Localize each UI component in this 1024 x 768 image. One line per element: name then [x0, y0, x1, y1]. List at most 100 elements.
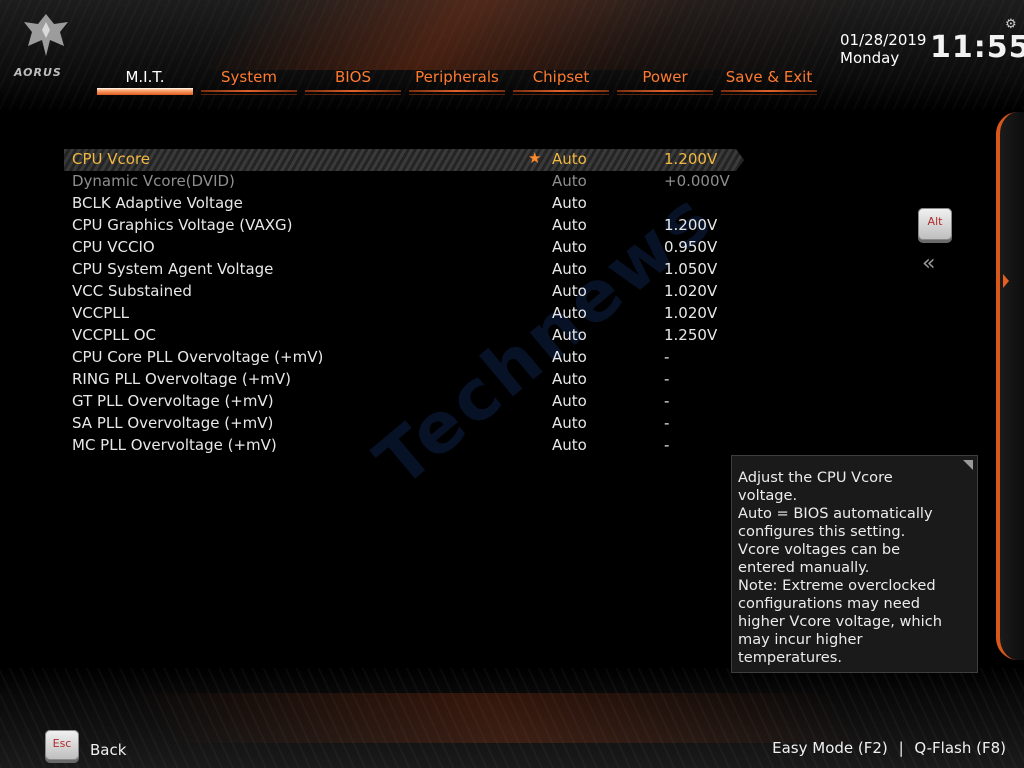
tab-label: BIOS: [334, 68, 372, 86]
alt-key-button[interactable]: Alt: [918, 208, 952, 240]
setting-row-vccio[interactable]: CPU VCCIO Auto 0.950V: [64, 237, 744, 259]
setting-current: 1.200V: [664, 216, 718, 234]
easy-mode-button[interactable]: Easy Mode (F2): [772, 739, 888, 757]
setting-row-vaxg[interactable]: CPU Graphics Voltage (VAXG) Auto 1.200V: [64, 215, 744, 237]
footer-decor-streak: [129, 693, 871, 743]
setting-current: -: [664, 370, 670, 388]
tab-underline: [97, 88, 193, 95]
setting-name: CPU VCCIO: [72, 238, 155, 256]
setting-value[interactable]: Auto: [552, 304, 587, 322]
help-panel: Adjust the CPU Vcore voltage. Auto = BIO…: [731, 455, 978, 673]
setting-row-sa-pll-ov[interactable]: SA PLL Overvoltage (+mV) Auto -: [64, 413, 744, 435]
tab-label: M.I.T.: [125, 68, 165, 86]
tab-underline-shadow: [409, 94, 505, 95]
tab-bios[interactable]: BIOS: [303, 66, 403, 102]
setting-name: RING PLL Overvoltage (+mV): [72, 370, 292, 388]
tab-underline-shadow: [617, 94, 713, 95]
setting-name: MC PLL Overvoltage (+mV): [72, 436, 277, 454]
setting-current: -: [664, 436, 670, 454]
tab-system[interactable]: System: [199, 66, 299, 102]
aorus-logo: AORUS: [12, 10, 78, 82]
setting-value[interactable]: Auto: [552, 260, 587, 278]
date-display: 01/28/2019 Monday: [840, 31, 926, 67]
setting-current: 1.050V: [664, 260, 718, 278]
setting-name: CPU Graphics Voltage (VAXG): [72, 216, 293, 234]
setting-name: BCLK Adaptive Voltage: [72, 194, 243, 212]
setting-value[interactable]: Auto: [552, 392, 587, 410]
tab-underline-shadow: [513, 94, 609, 95]
tab-underline: [721, 90, 817, 92]
footer-shortcuts: Easy Mode (F2) | Q-Flash (F8): [772, 739, 1006, 757]
header-decor-streak: [205, 0, 875, 70]
date-text: 01/28/2019: [840, 31, 927, 49]
setting-name: CPU Core PLL Overvoltage (+mV): [72, 348, 324, 366]
setting-value[interactable]: Auto: [552, 370, 587, 388]
setting-name: VCCPLL: [72, 304, 129, 322]
setting-current: 0.950V: [664, 238, 718, 256]
setting-current: 1.020V: [664, 304, 718, 322]
esc-key-button[interactable]: Esc: [45, 730, 79, 760]
help-text: Adjust the CPU Vcore voltage. Auto = BIO…: [738, 469, 942, 666]
tab-underline-shadow: [305, 94, 401, 95]
setting-name: SA PLL Overvoltage (+mV): [72, 414, 274, 432]
settings-list: CPU Vcore ★ Auto 1.200V Dynamic Vcore(DV…: [64, 149, 744, 457]
setting-name: Dynamic Vcore(DVID): [72, 172, 235, 190]
setting-current: -: [664, 392, 670, 410]
setting-value[interactable]: Auto: [552, 348, 587, 366]
setting-row-mc-pll-ov[interactable]: MC PLL Overvoltage (+mV) Auto -: [64, 435, 744, 457]
tab-label: Power: [642, 68, 688, 86]
setting-value[interactable]: Auto: [552, 238, 587, 256]
setting-row-vcc-substained[interactable]: VCC Substained Auto 1.020V: [64, 281, 744, 303]
tab-underline: [201, 90, 297, 92]
tab-chipset[interactable]: Chipset: [511, 66, 611, 102]
setting-row-dynamic-vcore[interactable]: Dynamic Vcore(DVID) Auto +0.000V: [64, 171, 744, 193]
side-panel-toggle[interactable]: [996, 112, 1024, 660]
setting-name: VCCPLL OC: [72, 326, 157, 344]
setting-value[interactable]: Auto: [552, 194, 587, 212]
tab-underline-shadow: [721, 94, 817, 95]
tab-label: System: [221, 68, 277, 86]
setting-current: 1.020V: [664, 282, 718, 300]
eagle-icon: [24, 14, 68, 56]
setting-value[interactable]: Auto: [552, 414, 587, 432]
weekday-text: Monday: [840, 49, 900, 67]
setting-current: -: [664, 414, 670, 432]
setting-value[interactable]: Auto: [552, 216, 587, 234]
setting-value[interactable]: Auto: [552, 150, 587, 168]
tab-underline-shadow: [201, 94, 297, 95]
setting-row-core-pll-ov[interactable]: CPU Core PLL Overvoltage (+mV) Auto -: [64, 347, 744, 369]
gear-icon[interactable]: ⚙: [1005, 18, 1019, 32]
setting-current: -: [664, 348, 670, 366]
tab-label: Save & Exit: [725, 68, 813, 86]
tab-power[interactable]: Power: [615, 66, 715, 102]
setting-value[interactable]: Auto: [552, 436, 587, 454]
setting-row-vccpll-oc[interactable]: VCCPLL OC Auto 1.250V: [64, 325, 744, 347]
tab-underline: [513, 90, 609, 92]
tab-underline: [617, 90, 713, 92]
tab-label: Chipset: [532, 68, 590, 86]
setting-row-vccpll[interactable]: VCCPLL Auto 1.020V: [64, 303, 744, 325]
favorite-star-icon[interactable]: ★: [528, 149, 541, 167]
setting-row-cpu-vcore[interactable]: CPU Vcore ★ Auto 1.200V: [64, 149, 744, 171]
expand-arrow-icon: [1003, 274, 1009, 288]
setting-name: CPU System Agent Voltage: [72, 260, 274, 278]
clock-time: 11:55: [930, 30, 1024, 65]
setting-row-gt-pll-ov[interactable]: GT PLL Overvoltage (+mV) Auto -: [64, 391, 744, 413]
setting-value[interactable]: Auto: [552, 172, 587, 190]
setting-value[interactable]: Auto: [552, 326, 587, 344]
setting-current: 1.200V: [664, 150, 718, 168]
tab-mit[interactable]: M.I.T.: [95, 66, 195, 102]
tab-peripherals[interactable]: Peripherals: [407, 66, 507, 102]
setting-row-bclk-adaptive[interactable]: BCLK Adaptive Voltage Auto: [64, 193, 744, 215]
tab-underline: [305, 90, 401, 92]
setting-name: VCC Substained: [72, 282, 192, 300]
setting-value[interactable]: Auto: [552, 282, 587, 300]
double-chevron-left-icon[interactable]: «: [922, 253, 950, 275]
footer-separator: |: [898, 739, 904, 757]
setting-row-ring-pll-ov[interactable]: RING PLL Overvoltage (+mV) Auto -: [64, 369, 744, 391]
setting-row-system-agent[interactable]: CPU System Agent Voltage Auto 1.050V: [64, 259, 744, 281]
setting-name: CPU Vcore: [72, 150, 151, 168]
tab-save-exit[interactable]: Save & Exit: [719, 66, 819, 102]
qflash-button[interactable]: Q-Flash (F8): [914, 739, 1006, 757]
back-button[interactable]: Back: [90, 741, 126, 759]
